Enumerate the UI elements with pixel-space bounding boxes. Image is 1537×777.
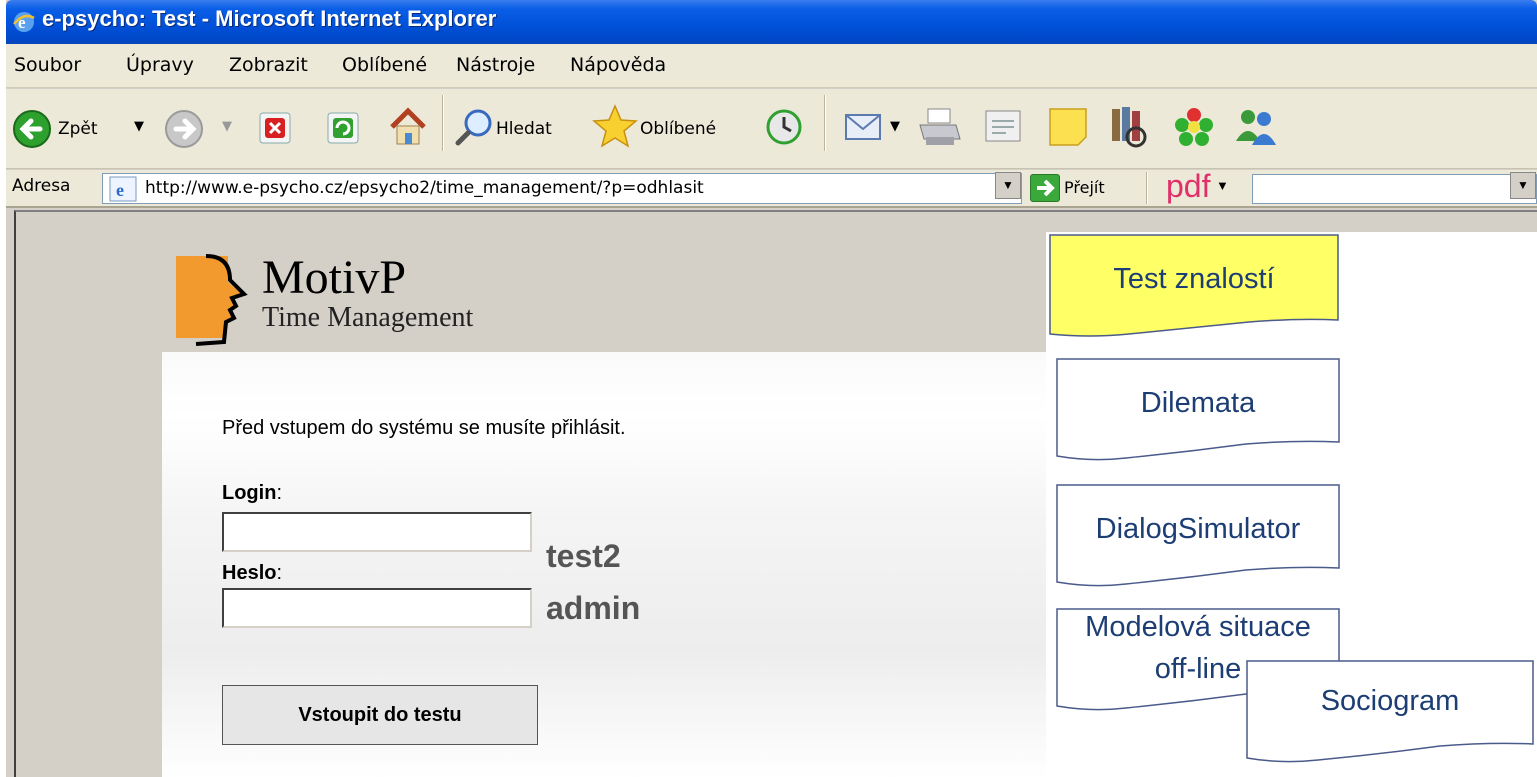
toolbar: Zpět ▼ ▼ Hledat Oblíbené ▼	[6, 89, 1537, 169]
go-arrow-icon[interactable]	[1030, 174, 1060, 202]
mail-dropdown-icon[interactable]: ▼	[890, 119, 900, 134]
head-profile-icon	[176, 254, 248, 346]
go-label[interactable]: Přejít	[1064, 178, 1105, 197]
card-dilemata[interactable]: Dilemata	[1056, 358, 1340, 466]
back-dropdown-icon[interactable]: ▼	[134, 119, 144, 134]
refresh-icon[interactable]	[326, 111, 360, 145]
login-intro-text: Před vstupem do systému se musíte přihlá…	[222, 417, 626, 439]
ie-icon: e	[13, 12, 35, 32]
address-separator	[1146, 172, 1148, 204]
password-label: Heslo:	[222, 562, 283, 584]
login-label: Login:	[222, 482, 282, 504]
login-panel: Před vstupem do systému se musíte přihlá…	[162, 352, 1162, 777]
card-sociogram[interactable]: Sociogram	[1246, 660, 1534, 768]
card-label: DialogSimulator	[1095, 513, 1301, 545]
edit-icon[interactable]	[982, 107, 1026, 147]
menu-oblibene[interactable]: Oblíbené	[342, 54, 427, 76]
card-test-znalosti[interactable]: Test znalostí	[1049, 234, 1339, 342]
card-label: Sociogram	[1320, 685, 1460, 717]
toolbar-search-dropdown-icon[interactable]: ▼	[1510, 172, 1536, 199]
toolbar-separator	[824, 95, 826, 151]
enter-test-button[interactable]: Vstoupit do testu	[222, 685, 538, 745]
password-hint: admin	[546, 590, 641, 626]
menu-soubor[interactable]: Soubor	[14, 54, 81, 76]
stop-icon[interactable]	[258, 111, 292, 145]
research-icon[interactable]	[1106, 103, 1150, 149]
menu-upravy[interactable]: Úpravy	[126, 54, 194, 76]
toolbar-separator	[442, 95, 444, 151]
address-url[interactable]: http://www.e-psycho.cz/epsycho2/time_man…	[145, 178, 704, 198]
menu-zobrazit[interactable]: Zobrazit	[229, 54, 308, 76]
window-title: e-psycho: Test - Microsoft Internet Expl…	[42, 6, 497, 31]
card-label: Test znalostí	[1113, 263, 1275, 295]
pdf-button[interactable]: pdf	[1166, 168, 1210, 205]
messenger-icon[interactable]	[1232, 105, 1280, 149]
search-icon[interactable]	[452, 105, 496, 149]
title-bar[interactable]: e e-psycho: Test - Microsoft Internet Ex…	[6, 0, 1537, 44]
favorites-label[interactable]: Oblíbené	[640, 119, 716, 139]
note-icon[interactable]	[1046, 105, 1090, 149]
forward-dropdown-icon[interactable]: ▼	[222, 119, 232, 134]
toolbar-search-input[interactable]	[1252, 174, 1537, 204]
logo-title: MotivP	[262, 251, 407, 304]
login-hint: test2	[546, 538, 621, 574]
favorites-star-icon[interactable]	[592, 103, 638, 149]
pdf-dropdown-icon[interactable]: ▼	[1216, 178, 1229, 193]
card-dialogsimulator[interactable]: DialogSimulator	[1056, 484, 1340, 592]
address-bar: Adresa e http://www.e-psycho.cz/epsycho2…	[6, 168, 1537, 208]
card-label: Dilemata	[1140, 387, 1256, 419]
icq-flower-icon[interactable]	[1172, 105, 1216, 149]
back-label[interactable]: Zpět	[58, 119, 98, 139]
svg-text:e: e	[116, 180, 124, 200]
password-input[interactable]	[222, 588, 532, 628]
home-icon[interactable]	[386, 105, 430, 149]
address-label: Adresa	[12, 176, 71, 196]
logo-subtitle: Time Management	[262, 302, 474, 333]
history-icon[interactable]	[764, 107, 804, 147]
menu-napoveda[interactable]: Nápověda	[570, 54, 666, 76]
menu-bar: Soubor Úpravy Zobrazit Oblíbené Nástroje…	[6, 44, 1537, 88]
search-label[interactable]: Hledat	[496, 119, 552, 139]
menu-nastroje[interactable]: Nástroje	[456, 54, 535, 76]
address-dropdown-icon[interactable]: ▼	[995, 172, 1021, 199]
print-icon[interactable]	[916, 105, 964, 149]
login-input[interactable]	[222, 512, 532, 552]
back-arrow-icon[interactable]	[12, 109, 52, 149]
card-label-line1: Modelová situace	[1085, 611, 1311, 643]
screen: e e-psycho: Test - Microsoft Internet Ex…	[0, 0, 1537, 777]
address-input[interactable]: e http://www.e-psycho.cz/epsycho2/time_m…	[102, 173, 1022, 204]
page-ie-icon: e	[109, 176, 137, 202]
mail-icon[interactable]	[842, 107, 886, 147]
forward-arrow-icon[interactable]	[164, 109, 204, 149]
